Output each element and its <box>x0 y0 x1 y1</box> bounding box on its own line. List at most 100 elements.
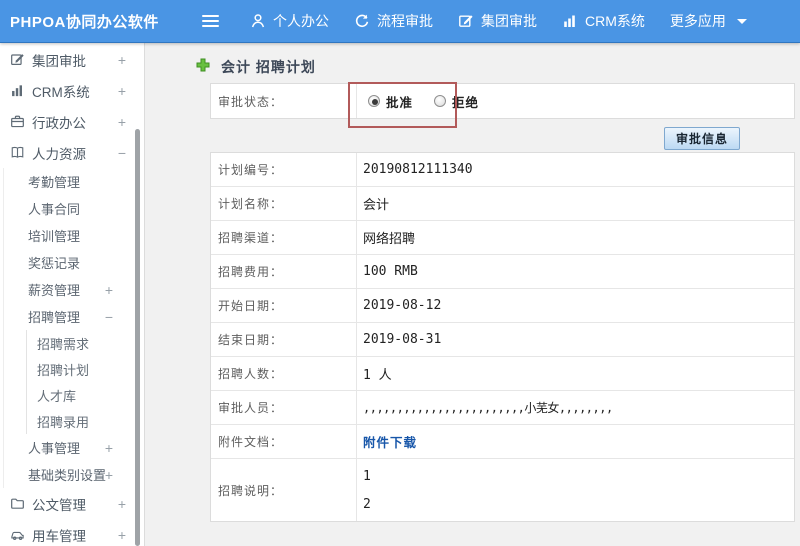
nav-label: 更多应用 <box>669 13 726 29</box>
sidebar-item-label: 人力资源 <box>32 146 86 162</box>
field-value: 网络招聘 <box>363 232 416 247</box>
approval-info-button[interactable]: 审批信息 <box>663 127 740 150</box>
sidebar-item-talent-pool[interactable]: 人才库 <box>27 382 144 408</box>
nav-label: 集团审批 <box>481 13 537 29</box>
table-row: 招聘人数： 1 人 <box>211 357 794 391</box>
field-value: 附件下载 <box>357 425 794 458</box>
caret-down-icon <box>736 18 747 24</box>
detail-table: 计划编号： 20190812111340 计划名称： 会计 招聘渠道： 网络招聘… <box>210 152 795 522</box>
expand-toggle[interactable]: + <box>105 282 113 298</box>
nav-label: CRM系统 <box>585 13 645 29</box>
sidebar-item-label: 培训管理 <box>28 229 81 244</box>
sidebar-item-recruitment[interactable]: 招聘管理 − <box>4 303 144 330</box>
app-logo: PHPOA协同办公软件 <box>10 13 159 31</box>
attachment-row: 附件文档： 附件下载 <box>211 425 794 459</box>
document-icon <box>10 496 26 512</box>
sidebar-item-base-category[interactable]: 基础类别设置 + <box>4 461 144 488</box>
sidebar-item-rewards[interactable]: 奖惩记录 <box>4 249 144 276</box>
sidebar-item-hr[interactable]: 人力资源 − <box>0 137 144 168</box>
status-table: 审批状态： 批准 拒绝 <box>210 83 795 119</box>
action-band: 审批信息 <box>210 118 797 152</box>
nav-group-approval[interactable]: 集团审批 <box>458 11 537 31</box>
field-value: 20190812111340 <box>363 162 473 177</box>
main-content: 会计 招聘计划 审批状态： 批准 拒绝 审批信息 计划编号： 201908121… <box>146 43 800 546</box>
attachment-download-link[interactable]: 附件下载 <box>363 432 417 451</box>
topbar-nav: 个人办公 流程审批 集团审批 CRM系统 更多应用 <box>250 11 747 31</box>
field-label: 结束日期： <box>211 323 357 356</box>
field-value: ,,,,,,,,,,,,,,,,,,,,,,,,小芜女,,,,,,,, <box>363 401 613 415</box>
nav-label: 流程审批 <box>377 13 433 29</box>
chart-icon <box>562 13 578 29</box>
user-icon <box>250 13 266 29</box>
expand-toggle[interactable]: + <box>105 440 113 456</box>
description-row: 招聘说明： 1 2 <box>211 459 794 521</box>
sidebar-item-admin-office[interactable]: 行政办公 + <box>0 106 144 137</box>
table-row: 结束日期： 2019-08-31 <box>211 323 794 357</box>
page-header: 会计 招聘计划 <box>196 57 316 77</box>
edit-icon <box>10 52 26 68</box>
nav-label: 个人办公 <box>273 13 329 29</box>
description-line: 2 <box>363 496 371 512</box>
sidebar-item-label: 集团审批 <box>32 53 86 69</box>
table-row: 招聘渠道： 网络招聘 <box>211 221 794 255</box>
sidebar-item-recruit-plan[interactable]: 招聘计划 <box>27 356 144 382</box>
table-row: 招聘费用： 100 RMB <box>211 255 794 289</box>
sidebar-item-label: CRM系统 <box>32 84 90 100</box>
sidebar-item-salary[interactable]: 薪资管理 + <box>4 276 144 303</box>
expand-toggle[interactable]: + <box>118 527 126 543</box>
sidebar-item-personnel[interactable]: 人事管理 + <box>4 434 144 461</box>
description-line: 1 <box>363 468 371 484</box>
table-row: 计划名称： 会计 <box>211 187 794 221</box>
table-row: 审批人员： ,,,,,,,,,,,,,,,,,,,,,,,,小芜女,,,,,,,… <box>211 391 794 425</box>
field-value: 100 RMB <box>363 264 418 279</box>
field-label: 计划名称： <box>211 187 357 220</box>
sidebar-item-hr-contract[interactable]: 人事合同 <box>4 195 144 222</box>
expand-toggle[interactable]: + <box>118 83 126 99</box>
sidebar-item-label: 用车管理 <box>32 528 86 544</box>
field-label: 招聘人数： <box>211 357 357 390</box>
sidebar-item-training[interactable]: 培训管理 <box>4 222 144 249</box>
sidebar-item-recruit-hire[interactable]: 招聘录用 <box>27 408 144 434</box>
sidebar-item-label: 考勤管理 <box>28 175 81 190</box>
topbar: PHPOA协同办公软件 个人办公 流程审批 集团审批 CRM系统 更多应用 <box>0 0 800 43</box>
sidebar-item-group-approval[interactable]: 集团审批 + <box>0 44 144 75</box>
description-value: 1 2 <box>357 459 794 521</box>
sidebar-item-label: 招聘管理 <box>28 310 81 325</box>
recruitment-submenu: 招聘需求 招聘计划 人才库 招聘录用 <box>26 330 144 434</box>
sidebar-item-label: 人事合同 <box>28 202 81 217</box>
collapse-toggle[interactable]: − <box>105 309 113 325</box>
expand-toggle[interactable]: + <box>118 52 126 68</box>
briefcase-icon <box>10 114 26 130</box>
expand-toggle[interactable]: + <box>118 496 126 512</box>
process-icon <box>354 13 370 29</box>
hamburger-menu-icon[interactable] <box>202 11 224 31</box>
sidebar-item-vehicle[interactable]: 用车管理 + <box>0 519 144 546</box>
table-row: 计划编号： 20190812111340 <box>211 153 794 187</box>
field-label: 开始日期： <box>211 289 357 322</box>
sidebar-scrollbar[interactable] <box>135 129 140 546</box>
car-icon <box>10 527 26 543</box>
sidebar-item-documents[interactable]: 公文管理 + <box>0 488 144 519</box>
nav-crm-system[interactable]: CRM系统 <box>562 11 645 31</box>
field-label: 附件文档： <box>211 425 357 458</box>
sidebar-item-crm[interactable]: CRM系统 + <box>0 75 144 106</box>
sidebar-item-label: 奖惩记录 <box>28 256 81 271</box>
collapse-toggle[interactable]: − <box>118 145 126 161</box>
sidebar-item-label: 人才库 <box>37 388 77 404</box>
sidebar-item-label: 人事管理 <box>28 441 81 456</box>
sidebar-item-attendance[interactable]: 考勤管理 <box>4 168 144 195</box>
status-row: 审批状态： 批准 拒绝 <box>211 84 794 118</box>
sidebar-item-label: 薪资管理 <box>28 283 81 298</box>
expand-toggle[interactable]: + <box>105 467 113 483</box>
nav-more-apps[interactable]: 更多应用 <box>670 11 747 31</box>
sidebar: 集团审批 + CRM系统 + 行政办公 + 人力资源 − 考勤管理 人事合同 培… <box>0 43 145 546</box>
table-row: 开始日期： 2019-08-12 <box>211 289 794 323</box>
chart-icon <box>10 83 26 99</box>
expand-toggle[interactable]: + <box>118 114 126 130</box>
field-label: 招聘渠道： <box>211 221 357 254</box>
field-label: 招聘说明： <box>211 459 357 521</box>
annotation-box <box>348 82 457 128</box>
nav-personal-office[interactable]: 个人办公 <box>250 11 329 31</box>
sidebar-item-recruit-need[interactable]: 招聘需求 <box>27 330 144 356</box>
nav-process-approval[interactable]: 流程审批 <box>354 11 433 31</box>
